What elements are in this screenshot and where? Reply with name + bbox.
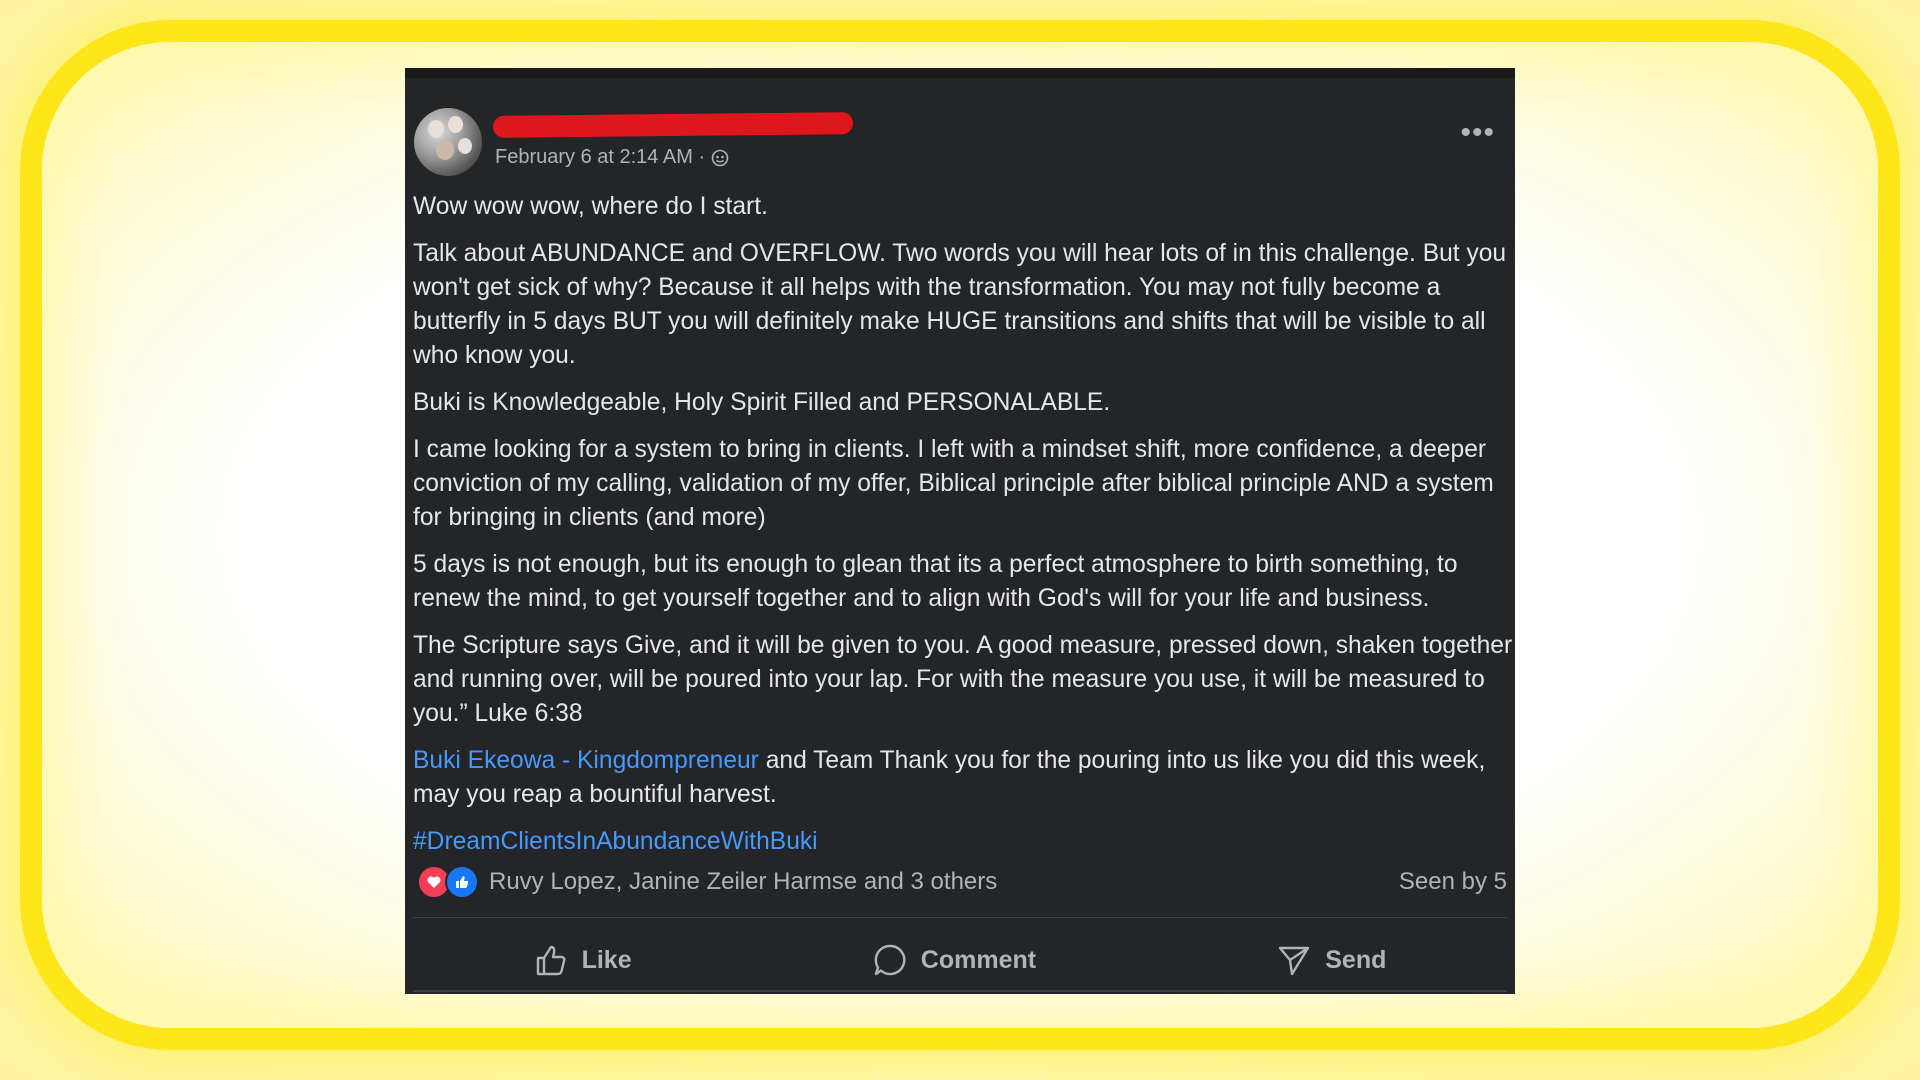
mention-link[interactable]: Buki Ekeowa - Kingdompreneur xyxy=(413,747,759,774)
post-paragraph-mention: Buki Ekeowa - Kingdompreneur and Team Th… xyxy=(413,744,1513,812)
send-icon xyxy=(1279,946,1310,976)
comment-button[interactable]: Comment xyxy=(843,943,1066,977)
post-paragraph: Wow wow wow, where do I start. xyxy=(413,193,768,220)
hashtag-link[interactable]: #DreamClientsInAbundanceWithBuki xyxy=(413,828,818,855)
comment-bubble-icon xyxy=(874,944,906,976)
post-timestamp[interactable]: February 6 at 2:14 AM · xyxy=(495,146,705,169)
facebook-post-card: February 6 at 2:14 AM · ••• Wow wow wow,… xyxy=(405,68,1515,994)
post-paragraph: 5 days is not enough, but its enough to … xyxy=(413,551,1458,612)
post-paragraph-hashtag: #DreamClientsInAbundanceWithBuki xyxy=(413,825,1513,859)
like-reaction-icon[interactable] xyxy=(445,865,479,899)
author-avatar[interactable] xyxy=(414,108,482,176)
reaction-names[interactable]: Ruvy Lopez, Janine Zeiler Harmse and 3 o… xyxy=(489,868,997,896)
redacted-author-name xyxy=(492,112,854,138)
reactions-bar: Ruvy Lopez, Janine Zeiler Harmse and 3 o… xyxy=(417,865,1507,899)
post-paragraph: Buki is Knowledgeable, Holy Spirit Fille… xyxy=(413,389,1111,416)
like-button[interactable]: Like xyxy=(504,943,662,977)
actions-divider xyxy=(413,917,1507,918)
send-button[interactable]: Send xyxy=(1247,943,1416,977)
post-paragraph: I came looking for a system to bring in … xyxy=(413,436,1494,531)
post-meta: February 6 at 2:14 AM · xyxy=(495,146,729,169)
thumbs-up-icon xyxy=(536,945,566,976)
more-options-icon[interactable]: ••• xyxy=(1460,118,1495,148)
post-paragraph: Talk about ABUNDANCE and OVERFLOW. Two w… xyxy=(413,240,1507,369)
post-paragraph: The Scripture says Give, and it will be … xyxy=(413,632,1513,727)
audience-globe-icon[interactable] xyxy=(711,149,729,167)
comment-label: Comment xyxy=(920,945,1037,974)
post-body: Wow wow wow, where do I start. Talk abou… xyxy=(413,190,1513,872)
card-bottom-border xyxy=(413,990,1507,992)
post-actions: Like Comment Send xyxy=(413,930,1507,990)
seen-by-count[interactable]: Seen by 5 xyxy=(1399,868,1507,896)
send-label: Send xyxy=(1325,945,1387,974)
like-label: Like xyxy=(581,945,632,974)
